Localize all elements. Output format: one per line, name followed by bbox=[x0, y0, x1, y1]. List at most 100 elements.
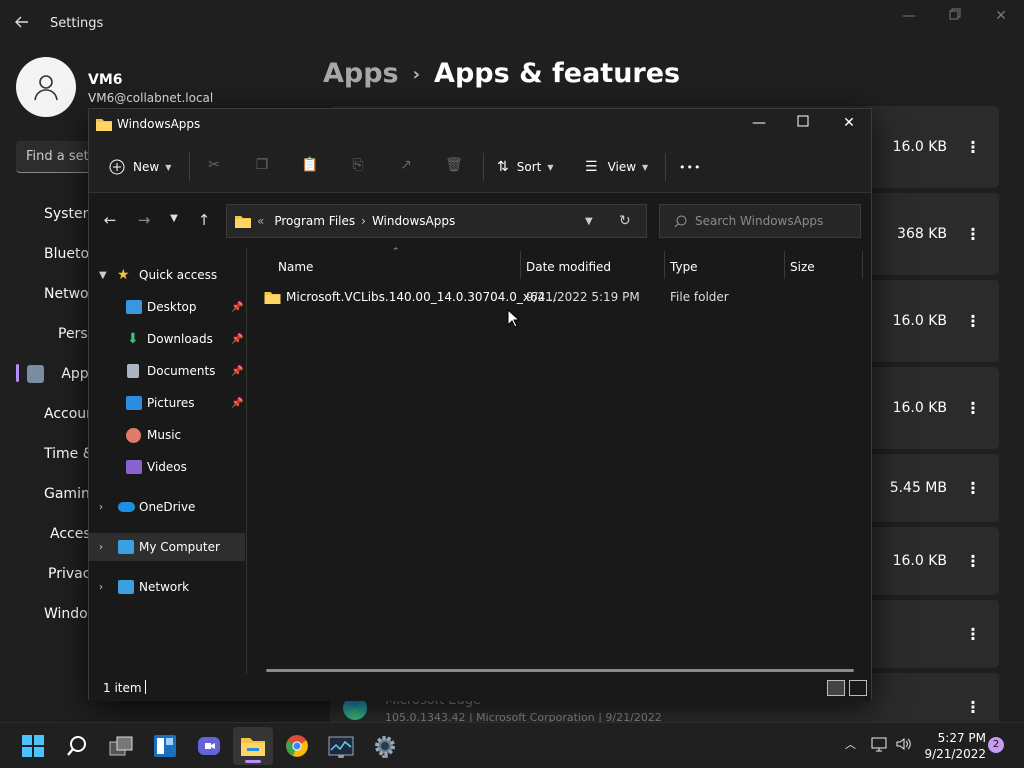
apps-icon bbox=[27, 365, 45, 383]
address-overflow[interactable]: « bbox=[257, 214, 264, 228]
explorer-titlebar[interactable]: WindowsApps — ✕ bbox=[89, 109, 871, 141]
clock[interactable]: 5:27 PM 9/21/2022 bbox=[918, 730, 986, 762]
back-arrow-icon[interactable] bbox=[14, 14, 34, 34]
file-explorer-taskbar-button[interactable] bbox=[233, 727, 273, 765]
more-options-icon[interactable]: ⋮ bbox=[965, 479, 981, 498]
pin-icon[interactable]: 📌 bbox=[231, 366, 243, 377]
large-icons-view-icon[interactable] bbox=[849, 680, 867, 696]
tree-item-my-computer[interactable]: › My Computer bbox=[89, 533, 245, 561]
new-button[interactable]: New ▼ bbox=[109, 155, 171, 179]
sidebar-item-windows-update[interactable]: Windows Update bbox=[16, 598, 162, 630]
more-options-icon[interactable]: ⋮ bbox=[965, 698, 981, 717]
address-history-chevron-icon[interactable]: ▼ bbox=[585, 216, 593, 227]
column-divider[interactable] bbox=[784, 251, 785, 279]
address-crumb-program-files[interactable]: Program Files bbox=[274, 214, 355, 228]
volume-icon[interactable] bbox=[895, 736, 913, 756]
column-header-size[interactable]: Size bbox=[790, 253, 815, 281]
share-icon[interactable]: ↗ bbox=[395, 157, 417, 177]
toolbar-divider bbox=[189, 153, 190, 181]
sidebar-item-apps[interactable]: Apps bbox=[16, 358, 96, 390]
taskbar: ︿ 5:27 PM 9/21/2022 2 bbox=[0, 722, 1024, 768]
table-row[interactable]: Microsoft.VCLibs.140.00_14.0.30704.0_x64… bbox=[264, 285, 864, 309]
more-options-icon[interactable]: ⋮ bbox=[965, 399, 981, 418]
sidebar-item-accessibility[interactable]: Accessibility bbox=[16, 518, 136, 550]
cut-icon[interactable]: ✂ bbox=[203, 157, 225, 177]
sidebar-item-accounts[interactable]: Accounts bbox=[16, 398, 108, 430]
tree-item-documents[interactable]: Documents 📌 bbox=[89, 357, 245, 385]
sidebar-item-system[interactable]: System bbox=[16, 198, 96, 230]
delete-icon[interactable]: 🗑 bbox=[443, 157, 465, 177]
minimize-icon[interactable]: — bbox=[894, 8, 924, 26]
breadcrumb-separator: › bbox=[412, 64, 421, 85]
tree-item-videos[interactable]: Videos bbox=[89, 453, 245, 481]
folder-icon bbox=[235, 216, 251, 228]
recent-locations-chevron-icon[interactable]: ▼ bbox=[163, 213, 185, 233]
monitor-app-button[interactable] bbox=[327, 732, 355, 760]
column-divider[interactable] bbox=[862, 251, 863, 279]
copy-icon[interactable]: ❐ bbox=[251, 157, 273, 177]
close-icon[interactable]: ✕ bbox=[986, 8, 1016, 26]
paste-icon[interactable]: 📋 bbox=[299, 157, 321, 177]
chrome-button[interactable] bbox=[283, 732, 311, 760]
search-button[interactable] bbox=[63, 732, 91, 760]
forward-arrow-icon[interactable]: → bbox=[133, 211, 155, 231]
more-options-icon[interactable]: ⋮ bbox=[965, 625, 981, 644]
sidebar-item-privacy[interactable]: Privacy & security bbox=[16, 558, 174, 590]
address-bar[interactable]: « Program Files › WindowsApps ▼ ↻ bbox=[226, 204, 647, 238]
tree-item-desktop[interactable]: Desktop 📌 bbox=[89, 293, 245, 321]
back-arrow-icon[interactable]: ← bbox=[99, 211, 121, 231]
pin-icon[interactable]: 📌 bbox=[231, 334, 243, 345]
tree-item-music[interactable]: Music bbox=[89, 421, 245, 449]
tree-item-onedrive[interactable]: › OneDrive bbox=[89, 493, 245, 521]
settings-taskbar-button[interactable] bbox=[371, 732, 399, 760]
tree-quick-access[interactable]: ▼ ★ Quick access bbox=[89, 261, 245, 289]
tree-item-downloads[interactable]: ⬇ Downloads 📌 bbox=[89, 325, 245, 353]
restore-icon[interactable] bbox=[940, 8, 970, 26]
search-box[interactable]: Search WindowsApps bbox=[659, 204, 861, 238]
search-icon bbox=[67, 736, 86, 756]
sidebar-item-time-language[interactable]: Time & language bbox=[16, 438, 163, 470]
close-icon[interactable]: ✕ bbox=[837, 115, 861, 135]
maximize-icon[interactable] bbox=[791, 115, 815, 135]
up-arrow-icon[interactable]: ↑ bbox=[193, 211, 215, 231]
pin-icon[interactable]: 📌 bbox=[231, 398, 243, 409]
running-indicator bbox=[245, 760, 261, 763]
sidebar-item-network[interactable]: Network & internet bbox=[16, 278, 178, 310]
music-icon bbox=[126, 427, 141, 443]
column-header-type[interactable]: Type bbox=[670, 253, 698, 281]
column-divider[interactable] bbox=[664, 251, 665, 279]
sidebar-item-bluetooth[interactable]: Bluetooth & devices bbox=[16, 238, 185, 270]
rename-icon[interactable]: ⎘ bbox=[347, 157, 369, 177]
column-header-date[interactable]: Date modified bbox=[526, 253, 611, 281]
widgets-button[interactable] bbox=[151, 732, 179, 760]
breadcrumb-apps[interactable]: Apps bbox=[323, 58, 399, 89]
more-options-icon[interactable]: ⋮ bbox=[965, 225, 981, 244]
more-options-icon[interactable]: ⋮ bbox=[965, 138, 981, 157]
column-divider[interactable] bbox=[520, 251, 521, 279]
notification-badge[interactable]: 2 bbox=[988, 737, 1004, 753]
more-options-button[interactable]: ••• bbox=[679, 155, 701, 179]
network-status-icon[interactable] bbox=[871, 736, 889, 756]
task-view-button[interactable] bbox=[107, 732, 135, 760]
sidebar-item-personalization[interactable]: Personalization bbox=[16, 318, 164, 350]
horizontal-scrollbar[interactable] bbox=[266, 669, 854, 672]
avatar[interactable] bbox=[16, 57, 76, 117]
address-crumb-windowsapps[interactable]: WindowsApps bbox=[372, 214, 455, 228]
sidebar-item-gaming[interactable]: Gaming bbox=[16, 478, 99, 510]
chat-button[interactable] bbox=[195, 732, 223, 760]
details-view-icon[interactable] bbox=[827, 680, 845, 696]
settings-title: Settings bbox=[50, 16, 104, 31]
column-header-name[interactable]: Name bbox=[278, 253, 313, 281]
tree-item-pictures[interactable]: Pictures 📌 bbox=[89, 389, 245, 417]
minimize-icon[interactable]: — bbox=[747, 115, 771, 135]
more-options-icon[interactable]: ⋮ bbox=[965, 552, 981, 571]
show-hidden-icons-chevron-icon[interactable]: ︿ bbox=[845, 736, 856, 752]
tree-item-network[interactable]: › Network bbox=[89, 573, 245, 601]
more-options-icon[interactable]: ⋮ bbox=[965, 312, 981, 331]
start-button[interactable] bbox=[19, 732, 47, 760]
sort-button[interactable]: ⇅ Sort ▼ bbox=[497, 155, 554, 179]
search-input[interactable]: Search WindowsApps bbox=[695, 214, 823, 228]
refresh-icon[interactable]: ↻ bbox=[619, 213, 631, 229]
pin-icon[interactable]: 📌 bbox=[231, 302, 243, 313]
view-button[interactable]: ☰ View ▼ bbox=[585, 155, 648, 179]
